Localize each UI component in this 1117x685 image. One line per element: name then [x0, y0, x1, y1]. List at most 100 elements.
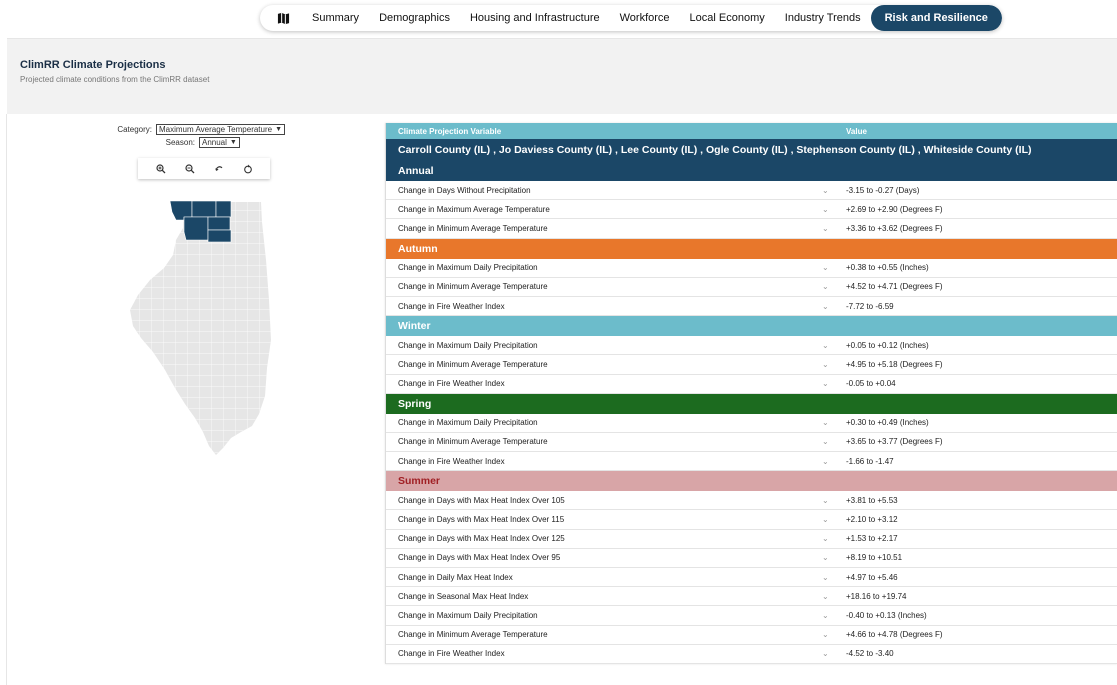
season-header-summer: Summer [386, 471, 1117, 492]
tab-industry-trends[interactable]: Industry Trends [775, 5, 871, 31]
illinois-map[interactable] [128, 200, 278, 456]
reset-icon[interactable] [240, 161, 256, 177]
value-cell: +2.10 to +3.12 [846, 515, 898, 525]
tab-workforce[interactable]: Workforce [610, 5, 680, 31]
table-row[interactable]: Change in Days with Max Heat Index Over … [386, 491, 1117, 511]
chevron-down-icon[interactable]: ⌄ [822, 379, 846, 388]
table-row[interactable]: Change in Minimum Average Temperature ⌄ +3… [386, 432, 1117, 453]
table-row[interactable]: Change in Maximum Daily Precipitation ⌄ +0… [386, 258, 1117, 278]
tab-demographics[interactable]: Demographics [369, 5, 460, 31]
variable-cell: Change in Minimum Average Temperature [398, 223, 548, 233]
chevron-down-icon[interactable]: ⌄ [822, 457, 846, 466]
table-row[interactable]: Change in Days with Max Heat Index Over … [386, 548, 1117, 568]
chevron-down-icon[interactable]: ⌄ [822, 534, 846, 543]
variable-cell: Change in Maximum Average Temperature [398, 204, 550, 214]
map-panel: Category: Maximum Average Temperature ▼ … [8, 114, 378, 685]
page-subtitle: Projected climate conditions from the Cl… [20, 75, 210, 84]
variable-cell: Change in Days with Max Heat Index Over … [398, 553, 561, 563]
value-cell: +0.38 to +0.55 (Inches) [846, 263, 929, 273]
table-row[interactable]: Change in Daily Max Heat Index ⌄ +4.97 to … [386, 568, 1117, 588]
table-row[interactable]: Change in Days with Max Heat Index Over … [386, 529, 1117, 549]
climate-projection-table: Climate Projection Variable Value Carrol… [385, 123, 1117, 664]
table-row[interactable]: Change in Seasonal Max Heat Index ⌄ +18.16… [386, 587, 1117, 607]
chevron-down-icon[interactable]: ⌄ [822, 224, 846, 233]
season-header-winter: Winter [386, 316, 1117, 337]
chevron-down-icon[interactable]: ⌄ [822, 341, 846, 350]
variable-cell: Change in Minimum Average Temperature [398, 630, 548, 640]
table-row[interactable]: Change in Minimum Average Temperature ⌄ +4… [386, 625, 1117, 645]
value-cell: +8.19 to +10.51 [846, 553, 903, 563]
map-toolbar [138, 158, 270, 179]
variable-cell: Change in Maximum Daily Precipitation [398, 263, 538, 273]
variable-cell: Change in Days Without Precipitation [398, 185, 531, 195]
table-row[interactable]: Change in Minimum Average Temperature ⌄ +4… [386, 277, 1117, 297]
undo-icon[interactable] [211, 161, 227, 177]
variable-cell: Change in Days with Max Heat Index Over … [398, 515, 565, 525]
chevron-down-icon[interactable]: ⌄ [822, 263, 846, 272]
table-row[interactable]: Change in Maximum Daily Precipitation ⌄ +0… [386, 336, 1117, 356]
value-cell: +4.66 to +4.78 (Degrees F) [846, 630, 943, 640]
season-header-autumn: Autumn [386, 238, 1117, 259]
variable-cell: Change in Maximum Daily Precipitation [398, 610, 538, 620]
category-control: Category: Maximum Average Temperature ▼ [8, 124, 378, 135]
chevron-down-icon: ▼ [275, 126, 283, 133]
table-row[interactable]: Change in Fire Weather Index ⌄ -7.72 to -6… [386, 296, 1117, 317]
chevron-down-icon[interactable]: ⌄ [822, 573, 846, 582]
value-cell: -0.40 to +0.13 (Inches) [846, 610, 927, 620]
category-select-value: Maximum Average Temperature [159, 125, 273, 134]
season-header-spring: Spring [386, 393, 1117, 414]
variable-cell: Change in Maximum Daily Precipitation [398, 340, 538, 350]
chevron-down-icon[interactable]: ⌄ [822, 282, 846, 291]
value-cell: -0.05 to +0.04 [846, 379, 896, 389]
category-select[interactable]: Maximum Average Temperature ▼ [156, 124, 286, 135]
table-row[interactable]: Change in Fire Weather Index ⌄ -1.66 to -1… [386, 452, 1117, 472]
chevron-down-icon[interactable]: ⌄ [822, 515, 846, 524]
chevron-down-icon[interactable]: ⌄ [822, 496, 846, 505]
chevron-down-icon[interactable]: ⌄ [822, 553, 846, 562]
tab-local-economy[interactable]: Local Economy [680, 5, 775, 31]
chevron-down-icon[interactable]: ⌄ [822, 360, 846, 369]
tab-summary[interactable]: Summary [302, 5, 369, 31]
variable-cell: Change in Fire Weather Index [398, 649, 505, 659]
chevron-down-icon[interactable]: ⌄ [822, 611, 846, 620]
variable-cell: Change in Seasonal Max Heat Index [398, 591, 529, 601]
zoom-in-icon[interactable] [153, 161, 169, 177]
column-header-variable: Climate Projection Variable [398, 126, 502, 136]
chevron-down-icon[interactable]: ⌄ [822, 302, 846, 311]
tab-risk-and-resilience[interactable]: Risk and Resilience [870, 5, 1002, 31]
value-cell: -3.15 to -0.27 (Days) [846, 185, 920, 195]
variable-cell: Change in Days with Max Heat Index Over … [398, 534, 565, 544]
main-nav: Summary Demographics Housing and Infrast… [260, 5, 1002, 31]
table-header: Climate Projection Variable Value [386, 123, 1117, 139]
value-cell: +1.53 to +2.17 [846, 534, 898, 544]
chevron-down-icon[interactable]: ⌄ [822, 186, 846, 195]
chevron-down-icon[interactable]: ⌄ [822, 418, 846, 427]
table-row[interactable]: Change in Maximum Average Temperature ⌄ +2… [386, 200, 1117, 220]
season-control: Season: Annual ▼ [8, 137, 378, 148]
table-row[interactable]: Change in Fire Weather Index ⌄ -0.05 to +0… [386, 374, 1117, 394]
variable-cell: Change in Days with Max Heat Index Over … [398, 495, 565, 505]
table-row[interactable]: Change in Minimum Average Temperature ⌄ +3… [386, 219, 1117, 239]
column-header-value: Value [846, 126, 867, 136]
zoom-out-icon[interactable] [182, 161, 198, 177]
table-row[interactable]: Change in Maximum Daily Precipitation ⌄ +0… [386, 413, 1117, 433]
table-row[interactable]: Change in Maximum Daily Precipitation ⌄ -0… [386, 606, 1117, 626]
divider [6, 114, 7, 685]
table-row[interactable]: Change in Days with Max Heat Index Over … [386, 510, 1117, 530]
variable-cell: Change in Fire Weather Index [398, 456, 505, 466]
chevron-down-icon[interactable]: ⌄ [822, 592, 846, 601]
table-row[interactable]: Change in Minimum Average Temperature ⌄ +4… [386, 355, 1117, 375]
table-row[interactable]: Change in Days Without Precipitation ⌄ -3.… [386, 181, 1117, 201]
value-cell: +4.95 to +5.18 (Degrees F) [846, 359, 943, 369]
tab-housing-and-infrastructure[interactable]: Housing and Infrastructure [460, 5, 610, 31]
map-icon[interactable] [270, 5, 296, 31]
value-cell: -7.72 to -6.59 [846, 301, 894, 311]
chevron-down-icon[interactable]: ⌄ [822, 630, 846, 639]
chevron-down-icon[interactable]: ⌄ [822, 437, 846, 446]
variable-cell: Change in Fire Weather Index [398, 301, 505, 311]
chevron-down-icon[interactable]: ⌄ [822, 649, 846, 658]
top-bar: Summary Demographics Housing and Infrast… [0, 0, 1117, 38]
table-row[interactable]: Change in Fire Weather Index ⌄ -4.52 to -3… [386, 644, 1117, 664]
season-select[interactable]: Annual ▼ [199, 137, 240, 148]
chevron-down-icon[interactable]: ⌄ [822, 205, 846, 214]
